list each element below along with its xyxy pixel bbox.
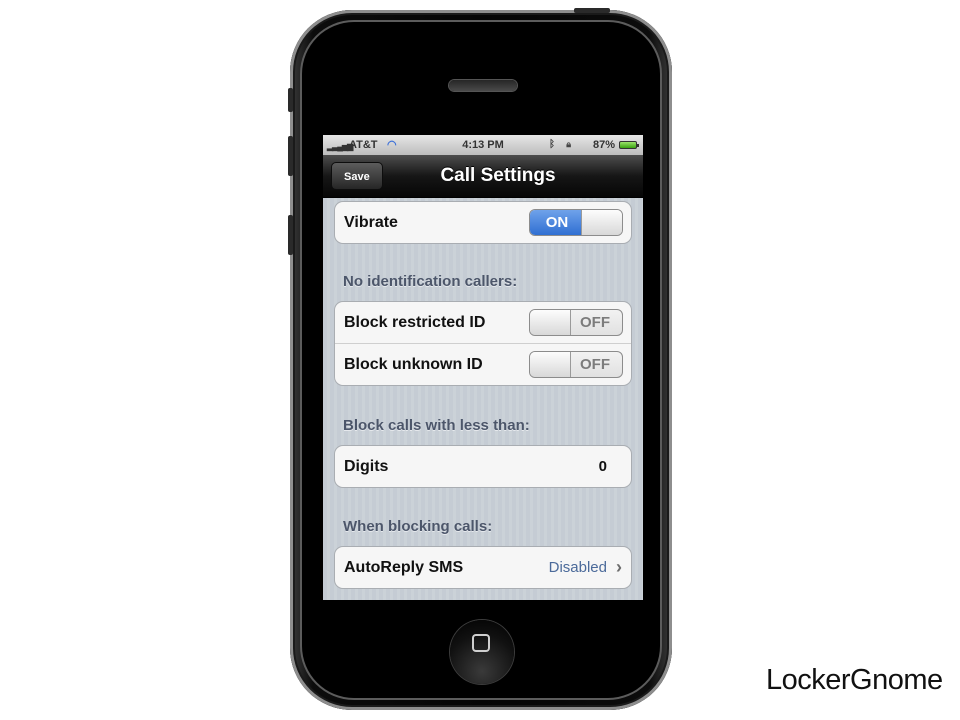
toggle-knob bbox=[530, 310, 571, 335]
block-unknown-label: Block unknown ID bbox=[344, 356, 483, 373]
section-header-block-less: Block calls with less than: bbox=[343, 417, 530, 434]
block-restricted-toggle[interactable]: OFF bbox=[529, 309, 623, 336]
vibrate-label: Vibrate bbox=[344, 214, 398, 231]
block-unknown-row: Block unknown ID OFF bbox=[335, 343, 631, 385]
chevron-right-icon: › bbox=[616, 557, 622, 577]
volume-down-button[interactable] bbox=[288, 136, 293, 176]
brand-watermark: LockerGnome bbox=[766, 664, 943, 696]
digits-label: Digits bbox=[344, 458, 389, 475]
no-id-group: Block restricted ID OFF Block unknown ID… bbox=[334, 301, 632, 386]
vibrate-toggle[interactable]: ON bbox=[529, 209, 623, 236]
autoreply-row[interactable]: AutoReply SMS Disabled › bbox=[335, 547, 631, 588]
autoreply-label: AutoReply SMS bbox=[344, 559, 464, 576]
section-header-when-blocking: When blocking calls: bbox=[343, 518, 493, 535]
digits-row[interactable]: Digits 0 bbox=[335, 446, 631, 487]
block-restricted-row: Block restricted ID OFF bbox=[335, 302, 631, 343]
digits-group: Digits 0 bbox=[334, 445, 632, 488]
home-button[interactable] bbox=[450, 620, 514, 684]
block-restricted-label: Block restricted ID bbox=[344, 314, 486, 331]
battery-percent: 87% bbox=[592, 139, 615, 151]
page-title: Call Settings bbox=[440, 165, 556, 186]
autoreply-group: AutoReply SMS Disabled › bbox=[334, 546, 632, 589]
digits-value: 0 bbox=[598, 458, 607, 475]
vibrate-row: Vibrate ON bbox=[335, 202, 631, 243]
sleep-wake-button[interactable] bbox=[574, 8, 610, 13]
toggle-knob bbox=[581, 210, 622, 235]
home-button-icon bbox=[472, 634, 490, 652]
block-unknown-toggle[interactable]: OFF bbox=[529, 351, 623, 378]
rotation-lock-icon: 🔒︎ bbox=[566, 139, 571, 149]
status-bar: ▂▃▄▅▆ AT&T ◠ 4:13 PM 🔒︎ ᛒ 87% bbox=[323, 135, 643, 155]
vibrate-group: Vibrate ON bbox=[334, 201, 632, 244]
toggle-knob bbox=[530, 352, 571, 377]
battery-icon bbox=[619, 141, 639, 149]
volume-down-button-2[interactable] bbox=[288, 215, 293, 255]
earpiece-speaker bbox=[449, 80, 517, 91]
phone-screen: ▂▃▄▅▆ AT&T ◠ 4:13 PM 🔒︎ ᛒ 87% Save Call … bbox=[323, 135, 643, 600]
section-header-no-id: No identification callers: bbox=[343, 273, 518, 290]
block-unknown-toggle-state: OFF bbox=[580, 356, 610, 373]
navigation-bar: Save Call Settings bbox=[323, 155, 643, 198]
bluetooth-icon: ᛒ bbox=[549, 139, 555, 150]
autoreply-value: Disabled bbox=[548, 559, 607, 576]
vibrate-toggle-state: ON bbox=[530, 210, 584, 235]
block-restricted-toggle-state: OFF bbox=[580, 314, 610, 331]
volume-up-button[interactable] bbox=[288, 88, 293, 112]
save-button[interactable]: Save bbox=[331, 162, 383, 190]
